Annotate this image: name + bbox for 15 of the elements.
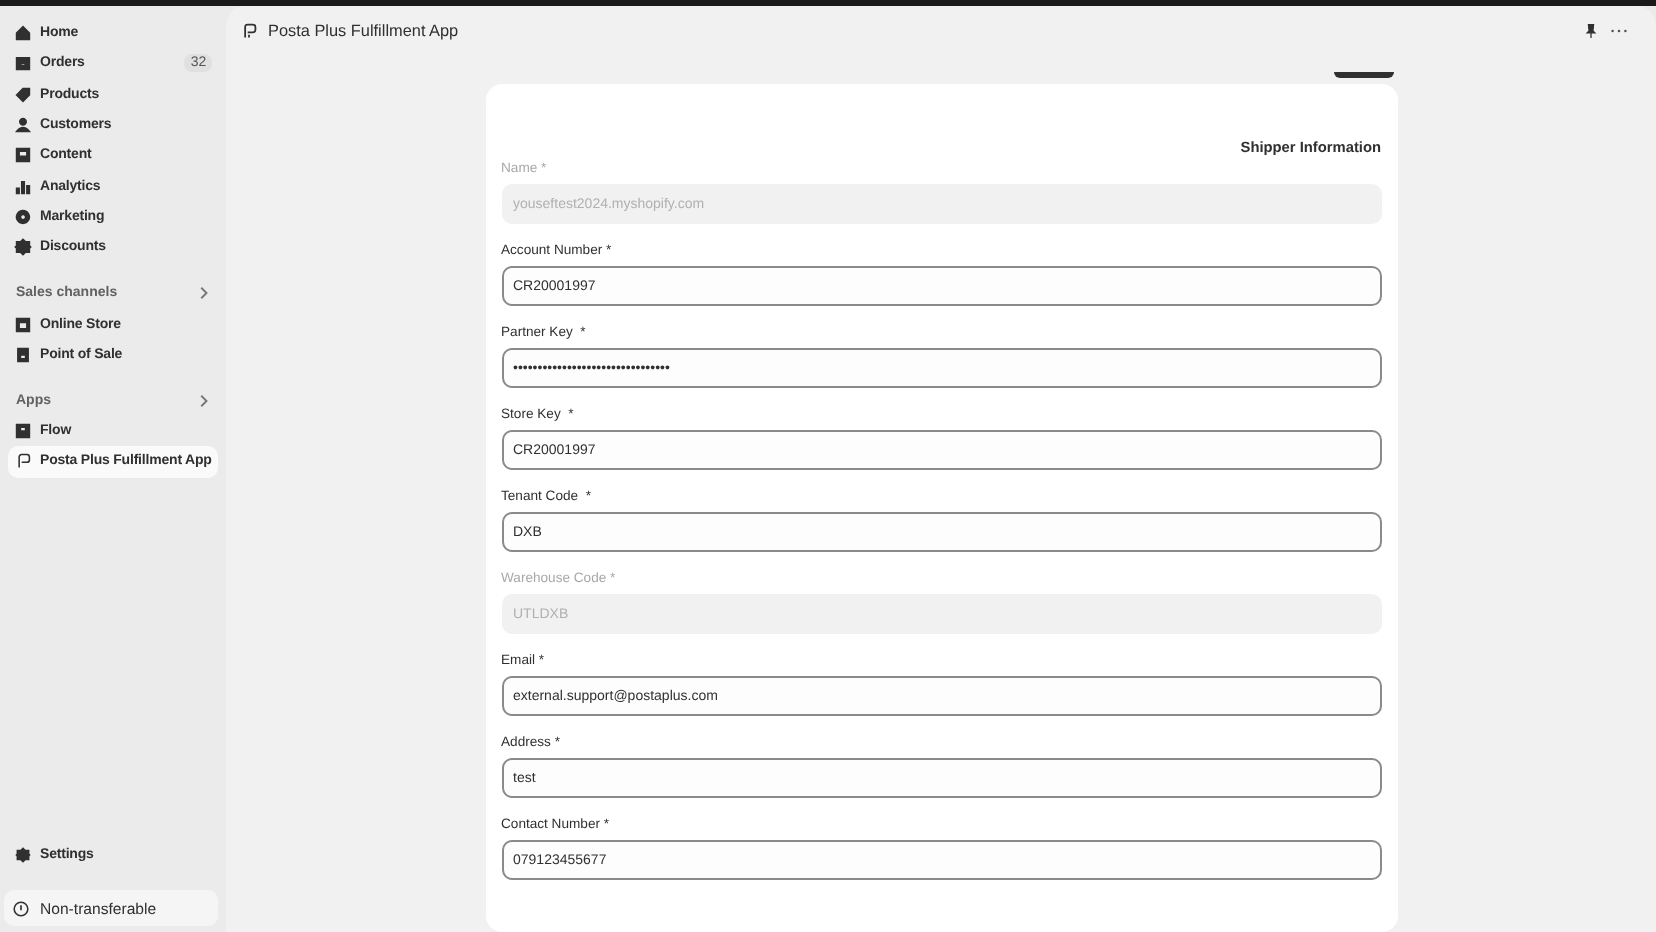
chevron-icon[interactable] [196, 393, 210, 408]
chevron-icon[interactable] [196, 286, 210, 301]
home-icon [14, 24, 32, 43]
app-logo-icon [240, 21, 258, 39]
info-icon [12, 899, 30, 917]
pin-icon[interactable] [1582, 21, 1600, 39]
person-icon [14, 116, 32, 135]
gear-icon [14, 238, 32, 257]
target-icon [14, 207, 32, 226]
app-title: Posta Plus Fulfillment App [268, 21, 459, 39]
chart-icon [14, 177, 32, 196]
app-icon [14, 452, 32, 471]
tag-icon [14, 85, 32, 104]
settings-icon [14, 845, 32, 864]
more-icon[interactable] [1610, 27, 1628, 33]
